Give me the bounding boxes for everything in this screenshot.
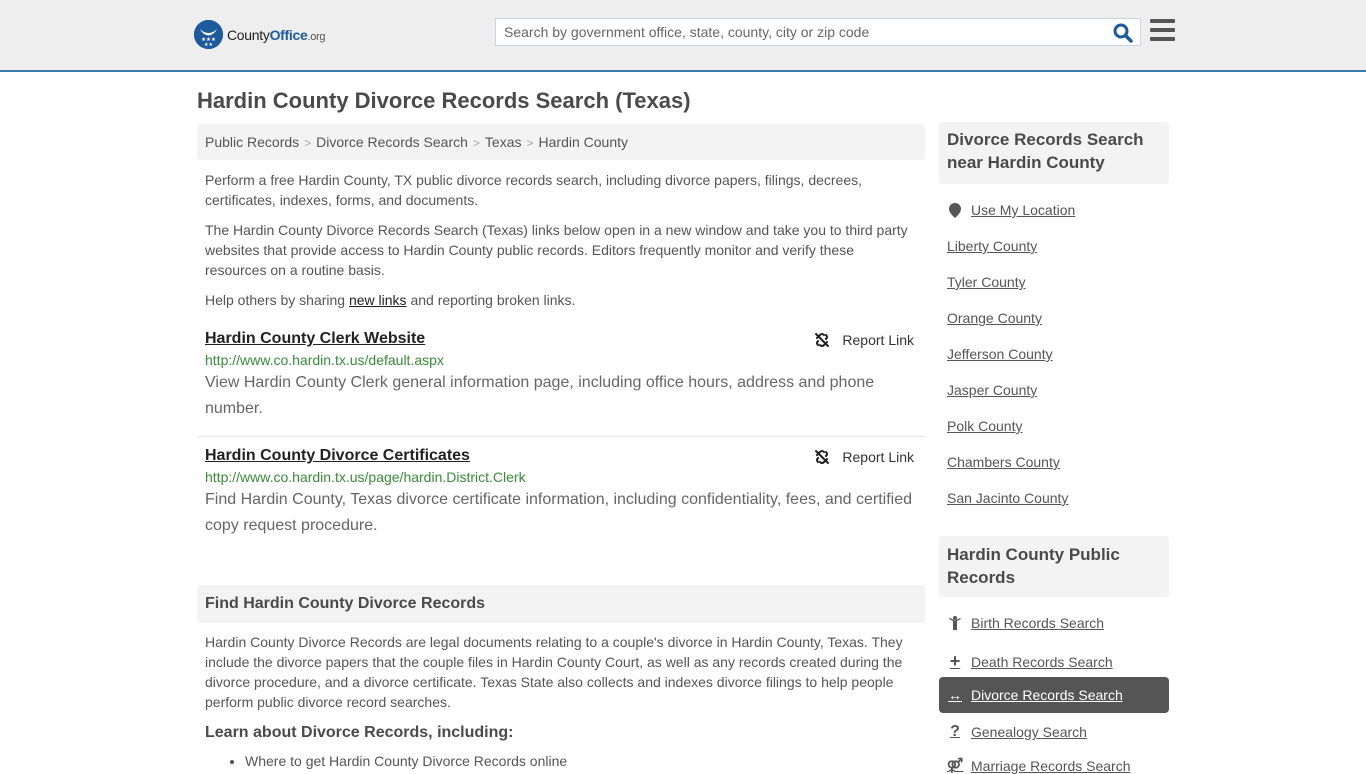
find-records-body: Hardin County Divorce Records are legal …	[205, 634, 903, 710]
question-icon: ?	[950, 723, 960, 740]
page-title: Hardin County Divorce Records Search (Te…	[197, 88, 691, 113]
intro-paragraph-1: Perform a free Hardin County, TX public …	[205, 172, 863, 208]
intro-paragraph-3: Help others by sharing new links and rep…	[205, 290, 917, 310]
report-link-button[interactable]: Report Link	[814, 449, 914, 465]
intro-text: and reporting broken links.	[406, 292, 576, 308]
logo-text: CountyOffice.org	[227, 26, 326, 43]
nearby-county-link[interactable]: Polk County	[947, 418, 1022, 434]
report-link-label: Report Link	[842, 332, 914, 348]
breadcrumb-separator: >	[526, 136, 534, 150]
intro-text: Help others by sharing	[205, 292, 349, 308]
resource-link-entry: Hardin County Clerk Website http://www.c…	[197, 330, 925, 422]
genealogy-search-link[interactable]: ? Genealogy Search	[947, 723, 1087, 741]
genealogy-search-label: Genealogy Search	[971, 724, 1087, 740]
new-links-link[interactable]: new links	[349, 292, 407, 308]
resource-link-description: View Hardin County Clerk general informa…	[205, 374, 875, 417]
site-header: ★★★ ★★ CountyOffice.org	[0, 0, 1366, 72]
breadcrumb-hardin-county[interactable]: Hardin County	[539, 134, 629, 150]
plus-icon: +	[949, 651, 961, 671]
nearby-county-link[interactable]: Orange County	[947, 310, 1042, 326]
search-input[interactable]	[496, 19, 1096, 45]
search-icon[interactable]	[1112, 22, 1134, 44]
map-pin-icon	[947, 202, 963, 218]
divider	[197, 436, 925, 437]
resource-link-title[interactable]: Hardin County Clerk Website	[205, 330, 425, 347]
broken-link-icon	[815, 333, 830, 347]
resource-link-url: http://www.co.hardin.tx.us/page/hardin.D…	[205, 469, 526, 485]
nearby-county-link[interactable]: Liberty County	[947, 238, 1037, 254]
nearby-county-link[interactable]: Jasper County	[947, 382, 1037, 398]
resource-link-title[interactable]: Hardin County Divorce Certificates	[205, 447, 470, 464]
nearby-county-link[interactable]: Chambers County	[947, 454, 1060, 470]
svg-text:★★: ★★	[204, 42, 213, 48]
use-my-location-label: Use My Location	[971, 202, 1076, 218]
use-my-location-link[interactable]: Use My Location	[947, 202, 1075, 218]
broken-link-icon	[815, 450, 830, 464]
resource-link-description: Find Hardin County, Texas divorce certif…	[205, 491, 913, 534]
learn-list: Where to get Hardin County Divorce Recor…	[245, 753, 567, 769]
divorce-records-label: Divorce Records Search	[971, 687, 1123, 703]
search-bar	[495, 18, 1141, 46]
nearby-county-link[interactable]: San Jacinto County	[947, 490, 1068, 506]
report-link-button[interactable]: Report Link	[814, 332, 914, 348]
divorce-records-link[interactable]: ↔ Divorce Records Search	[947, 687, 1123, 703]
nearby-heading: Divorce Records Search near Hardin Count…	[939, 122, 1169, 184]
logo-office: Office	[269, 26, 308, 43]
report-link-label: Report Link	[842, 449, 914, 465]
double-arrow-icon: ↔	[948, 687, 962, 703]
nearby-county-link[interactable]: Jefferson County	[947, 346, 1053, 362]
person-icon	[947, 616, 963, 630]
intro-paragraph-2: The Hardin County Divorce Records Search…	[205, 222, 908, 278]
death-records-label: Death Records Search	[971, 653, 1113, 670]
breadcrumb-divorce-records-search[interactable]: Divorce Records Search	[316, 134, 468, 150]
marriage-icon: ⚤	[946, 757, 964, 773]
marriage-records-link[interactable]: ⚤ Marriage Records Search	[947, 757, 1131, 774]
logo-org: .org	[307, 30, 326, 43]
death-records-link[interactable]: + Death Records Search	[947, 651, 1113, 672]
public-records-heading: Hardin County Public Records	[939, 536, 1169, 597]
resource-link-entry: Hardin County Divorce Certificates http:…	[197, 447, 925, 539]
eagle-logo-icon: ★★★ ★★	[194, 20, 223, 49]
breadcrumb-public-records[interactable]: Public Records	[205, 134, 299, 150]
learn-heading: Learn about Divorce Records, including:	[205, 724, 514, 741]
breadcrumb-separator: >	[304, 136, 312, 150]
marriage-records-label: Marriage Records Search	[971, 757, 1131, 774]
hamburger-menu-icon[interactable]	[1150, 19, 1175, 41]
breadcrumb: Public Records > Divorce Records Search > Te…	[197, 124, 925, 160]
breadcrumb-separator: >	[472, 136, 480, 150]
find-records-heading: Find Hardin County Divorce Records	[197, 585, 925, 623]
breadcrumb-texas[interactable]: Texas	[485, 134, 522, 150]
logo-county: County	[227, 26, 270, 43]
learn-list-item: Where to get Hardin County Divorce Recor…	[245, 753, 567, 769]
nearby-county-link[interactable]: Tyler County	[947, 274, 1026, 290]
resource-link-url: http://www.co.hardin.tx.us/default.aspx	[205, 352, 444, 368]
site-logo[interactable]: ★★★ ★★ CountyOffice.org	[194, 20, 326, 49]
birth-records-link[interactable]: Birth Records Search	[947, 615, 1104, 631]
birth-records-label: Birth Records Search	[971, 615, 1105, 631]
